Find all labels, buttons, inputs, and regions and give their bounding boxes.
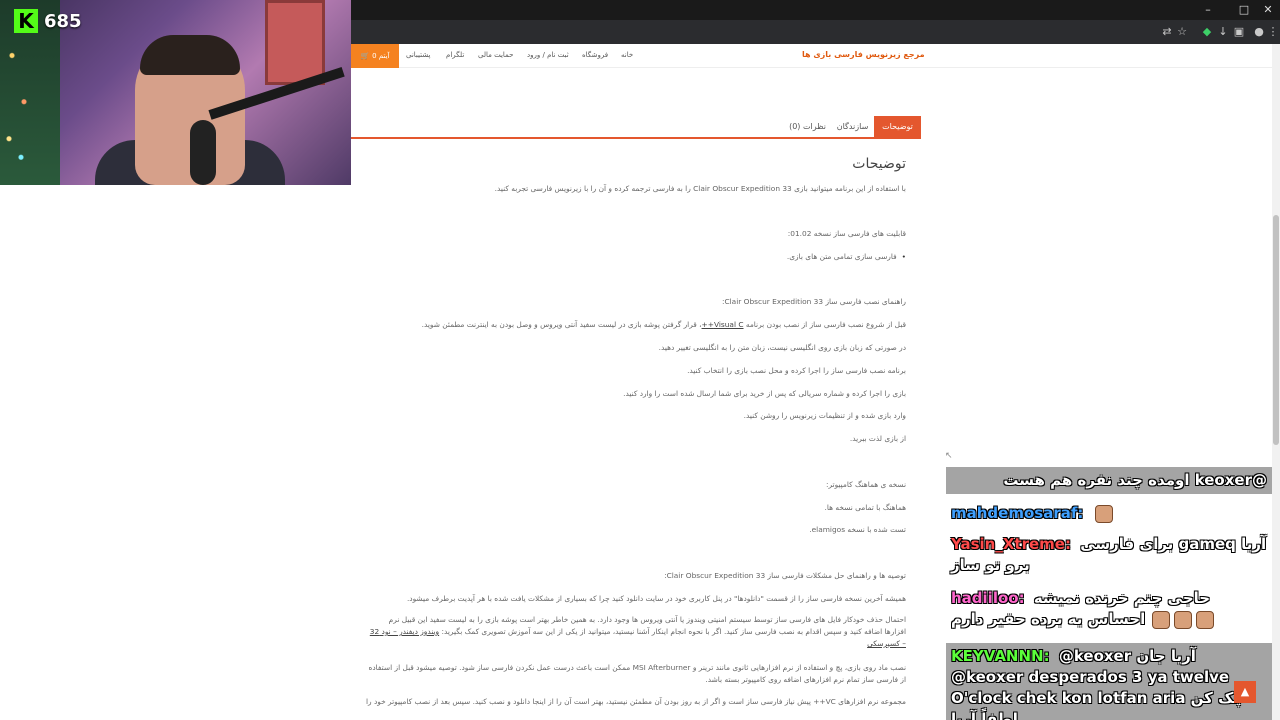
install-step-1-text-a: قبل از شروع نصب فارسی ساز از نصب بودن بر…: [743, 320, 906, 329]
emote-icon: [1152, 610, 1171, 629]
visual-cpp-link[interactable]: Visual C++: [702, 320, 744, 329]
features-title: قابلیت های فارسی ساز نسخه 01.02:: [787, 229, 906, 238]
chat-username: KEYVANNN:: [951, 647, 1050, 665]
chat-username: Yasin_Xtreme:: [951, 535, 1071, 553]
viewer-count: 685: [44, 10, 82, 32]
viewer-count-badge: K 685: [14, 8, 82, 34]
tip-4: مجموعه نرم افزارهای VC++ پیش نیاز فارسی …: [366, 697, 906, 706]
extensions-puzzle-icon[interactable]: ▣: [1232, 25, 1246, 39]
microphone: [190, 120, 216, 185]
install-step-2: در صورتی که زبان بازی روی انگلیسی نیست، …: [658, 343, 906, 352]
chat-username: mahdemosaraf:: [951, 504, 1084, 522]
minimize-icon[interactable]: –: [1198, 3, 1218, 16]
chat-username: hadiiloo:: [951, 589, 1025, 607]
cart-button[interactable]: 🛒 0 آیتم: [351, 44, 399, 68]
chat-message: @keoxer اومده چند نفره هم هست: [946, 467, 1272, 494]
profile-avatar-icon[interactable]: ●: [1252, 25, 1266, 39]
nav-telegram[interactable]: تلگرام: [446, 51, 464, 59]
install-step-1: قبل از شروع نصب فارسی ساز از نصب بودن بر…: [422, 320, 906, 329]
chat-overlay: @keoxer اومده چند نفره هم هست mahdemosar…: [946, 467, 1272, 720]
tab-creators[interactable]: سازندگان: [831, 116, 874, 137]
intro-text: با استفاده از این برنامه میتوانید بازی C…: [494, 184, 906, 193]
section-heading: توضیحات: [852, 156, 906, 172]
chat-message: Yasin_Xtreme: برای فارسی gameq آریا برو …: [946, 531, 1272, 579]
maximize-icon[interactable]: □: [1234, 3, 1254, 16]
nav-shop[interactable]: فروشگاه: [582, 51, 608, 59]
wall-picture: [265, 0, 325, 85]
translate-icon[interactable]: ⇄: [1160, 25, 1174, 39]
chat-message: hadiiloo: حاجی چتم خرنده نمیشه احساس یه …: [946, 585, 1272, 633]
tip-2-text: احتمال حذف خودکار فایل های فارسی ساز توس…: [388, 615, 906, 636]
menu-kebab-icon[interactable]: ⋮: [1266, 25, 1280, 39]
extension-icon[interactable]: ◆: [1200, 25, 1214, 39]
emote-icon: [1174, 610, 1193, 629]
close-icon[interactable]: ✕: [1258, 3, 1278, 16]
tip-2: احتمال حذف خودکار فایل های فارسی ساز توس…: [366, 614, 906, 650]
kick-logo-icon: K: [14, 9, 38, 33]
compat-item-2: تست شده با نسخه elamigos.: [809, 525, 906, 534]
compat-item-1: هماهنگ با تمامی نسخه ها.: [824, 503, 906, 512]
cart-label: 0 آیتم: [372, 52, 390, 60]
nav-support[interactable]: پشتیبانی: [406, 51, 430, 59]
install-title: راهنمای نصب فارسی ساز Clair Obscur Exped…: [721, 297, 906, 306]
address-bar[interactable]: [351, 20, 1280, 44]
install-step-3: برنامه نصب فارسی ساز را اجرا کرده و محل …: [687, 366, 906, 375]
streamer-hair: [140, 35, 240, 75]
chat-message: mahdemosaraf:: [946, 500, 1272, 527]
chat-message: KEYVANNN: @keoxer آریا جان @keoxer despe…: [946, 643, 1272, 720]
compat-title: نسخه ی هماهنگ کامپیوتر:: [825, 480, 906, 489]
download-icon[interactable]: ↓: [1216, 25, 1230, 39]
back-to-top-button[interactable]: ▲: [1234, 681, 1256, 703]
install-step-5: وارد بازی شده و از تنظیمات زیرنویس را رو…: [743, 411, 906, 420]
bookmark-star-icon[interactable]: ☆: [1175, 25, 1189, 39]
webcam-overlay: K 685: [0, 0, 351, 185]
emote-icon: [1094, 504, 1113, 523]
install-step-6: از بازی لذت ببرید.: [849, 434, 906, 443]
tips-title: توصیه ها و راهنمای حل مشکلات فارسی ساز C…: [664, 571, 906, 580]
tab-description[interactable]: توضیحات: [874, 116, 921, 137]
install-step-1-text-b: ، قرار گرفتن پوشه بازی در لیست سفید آنتی…: [421, 320, 702, 329]
scrollbar-thumb[interactable]: [1273, 215, 1279, 445]
nav-login-register[interactable]: ثبت نام / ورود: [527, 51, 569, 59]
chevron-up-icon: ▲: [1240, 685, 1250, 698]
tab-reviews[interactable]: نظرات (0): [784, 116, 831, 137]
site-brand[interactable]: مرجع زیرنویس فارسی بازی ها: [802, 50, 925, 59]
tip-3: نصب ماد روی بازی، پچ و استفاده از نرم اف…: [368, 663, 906, 684]
mouse-cursor-icon: ↖: [945, 451, 953, 461]
nav-donate[interactable]: حمایت مالی: [478, 51, 513, 59]
tip-1: همیشه آخرین نسخه فارسی ساز را از قسمت "د…: [406, 594, 906, 603]
install-step-4: بازی را اجرا کرده و شماره سریالی که پس ا…: [623, 389, 906, 398]
tabs-underline: [351, 137, 921, 139]
feature-item: فارسی سازی تمامی متن های بازی.: [787, 252, 906, 261]
nav-home[interactable]: خانه: [621, 51, 633, 59]
cart-icon: 🛒: [360, 52, 370, 60]
chat-text: @keoxer اومده چند نفره هم هست: [1003, 471, 1267, 489]
emote-icon: [1196, 610, 1215, 629]
browser-tab-bar: [351, 0, 1280, 20]
